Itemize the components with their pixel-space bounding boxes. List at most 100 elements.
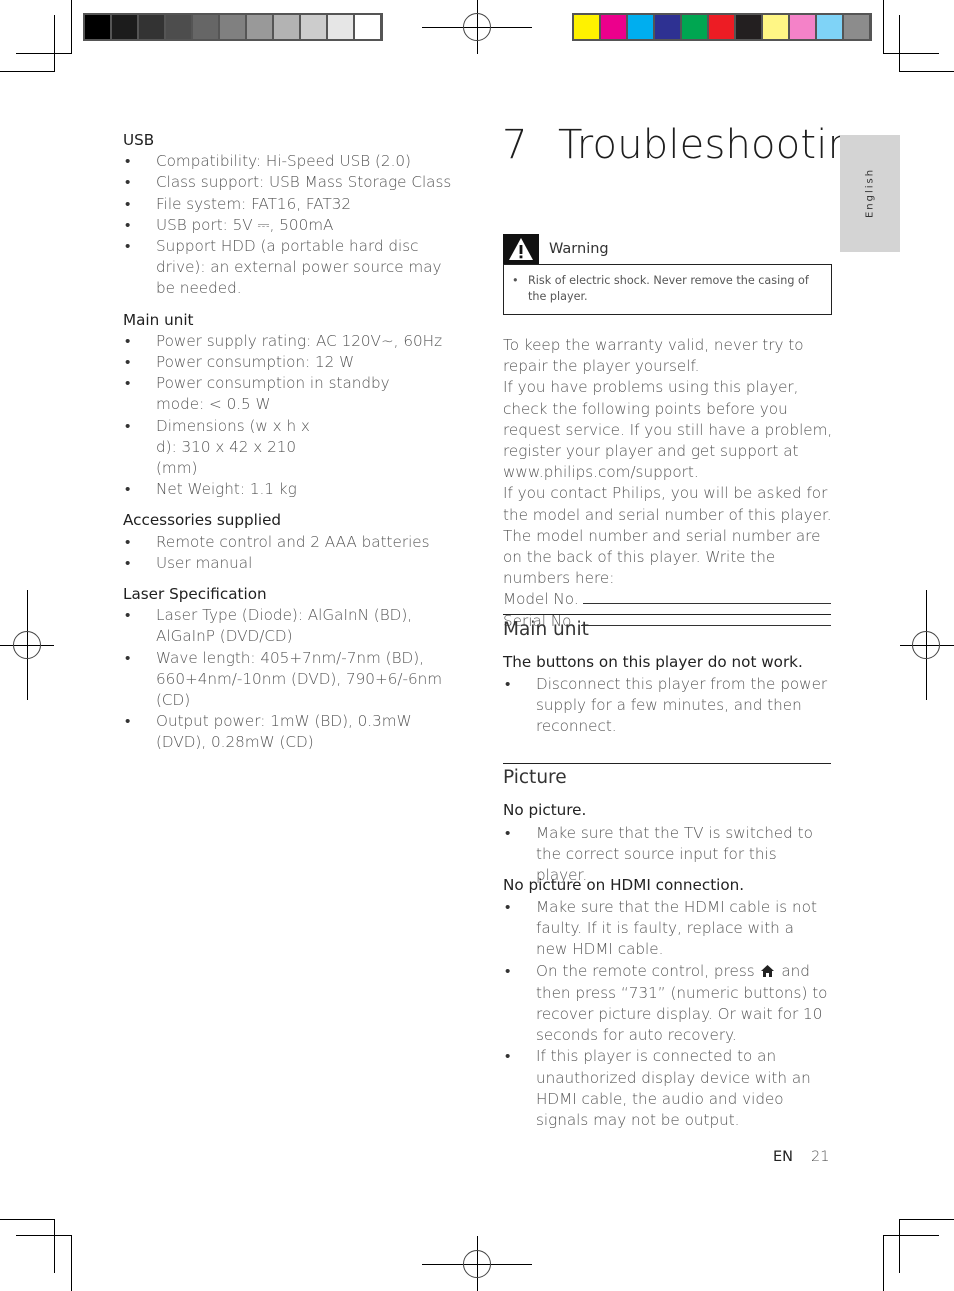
- spec-item: • Remote control and 2 AAA batteries: [123, 532, 463, 553]
- color-swatch-bar: [572, 13, 872, 41]
- bullet: •: [512, 274, 519, 287]
- crop-mark-line: [0, 1219, 55, 1220]
- bullet: •: [125, 712, 131, 731]
- registration-circle: [912, 631, 940, 659]
- spec-item: • Dimensions (w x h x d): 310 x 42 x 210 …: [123, 416, 463, 480]
- intro-paragraph: If you contact Philips, you will be aske…: [503, 484, 832, 588]
- crop-mark-line: [71, 1235, 72, 1291]
- page-footer: EN 21: [773, 1149, 829, 1165]
- spec-heading: Laser Specification: [123, 585, 267, 604]
- color-swatch: [247, 15, 272, 39]
- chapter-number: 7: [502, 122, 528, 168]
- spec-heading: Accessories supplied: [123, 511, 282, 530]
- spec-item: • Support HDD (a portable hard disc drive…: [123, 236, 463, 300]
- intro-paragraph: To keep the warranty valid, never try to…: [503, 336, 804, 376]
- page-number: 21: [811, 1149, 830, 1165]
- warning-item-text: Risk of electric shock. Never remove the…: [528, 274, 809, 303]
- spec-group-accessories: Accessories supplied • Remote control and…: [123, 510, 463, 574]
- spec-list: • Compatibility: Hi-Speed USB (2.0) • Clas…: [123, 151, 463, 299]
- spec-item-text: Class support: USB Mass Storage Class: [156, 173, 452, 192]
- color-swatch: [193, 15, 218, 39]
- color-swatch: [763, 15, 788, 39]
- bullet: •: [125, 331, 131, 350]
- spec-item: • Class support: USB Mass Storage Class: [123, 172, 463, 193]
- spec-item-text: User manual: [156, 553, 253, 572]
- bullet: •: [505, 898, 511, 916]
- color-swatch: [574, 15, 599, 39]
- bullet: •: [125, 353, 131, 372]
- bullet: •: [125, 532, 131, 551]
- color-swatch: [844, 15, 869, 39]
- color-swatch: [817, 15, 842, 39]
- bullet: •: [505, 961, 511, 980]
- spec-list: • Remote control and 2 AAA batteries • Use…: [123, 532, 463, 574]
- specifications: USB • Compatibility: Hi-Speed USB (2.0) •…: [123, 130, 463, 764]
- spec-item: • Laser Type (Diode): AlGaInN (BD), AlGaI…: [123, 605, 463, 647]
- crop-mark-line: [16, 1235, 72, 1236]
- bullet: •: [505, 675, 511, 693]
- solution-text: Make sure that the HDMI cable is not fau…: [536, 898, 817, 959]
- bullet: •: [505, 824, 511, 842]
- crop-mark-line: [71, 0, 72, 54]
- color-swatch: [139, 15, 164, 39]
- bullet: •: [125, 648, 131, 667]
- model-number-field: Model No.: [503, 589, 833, 610]
- bullet: •: [125, 237, 131, 256]
- spec-heading: USB: [123, 131, 155, 149]
- section-divider: [503, 763, 831, 764]
- home-icon: [761, 962, 775, 983]
- color-swatch: [328, 15, 353, 39]
- spec-item: • User manual: [123, 553, 463, 574]
- warning-item: • Risk of electric shock. Never remove th…: [512, 273, 823, 305]
- bullet: •: [125, 606, 131, 625]
- spec-item-text: USB port: 5V ⎓, 500mA: [156, 215, 334, 234]
- chapter-title-text: Troubleshooting: [558, 122, 878, 168]
- spec-item: • Net Weight: 1.1 kg: [123, 479, 463, 500]
- crop-mark-line: [899, 71, 954, 72]
- solution-list: • Make sure that the HDMI cable is not fa…: [503, 897, 833, 1131]
- spec-item-text: File system: FAT16, FAT32: [156, 194, 352, 213]
- section-title-picture: Picture: [503, 767, 567, 788]
- language-tab: English: [840, 135, 900, 252]
- grayscale-swatch-bar: [83, 13, 383, 41]
- spec-item-text: Support HDD (a portable hard disc drive)…: [156, 237, 442, 298]
- color-swatch: [601, 15, 626, 39]
- crop-mark-line: [0, 71, 55, 72]
- spec-item-text: Power supply rating: AC 120V~, 60Hz: [156, 331, 443, 350]
- color-swatch: [355, 15, 380, 39]
- crop-mark-line: [899, 1219, 900, 1273]
- crop-mark-line: [883, 53, 939, 54]
- spec-item: • Power consumption: 12 W: [123, 352, 463, 373]
- spec-item-text: Net Weight: 1.1 kg: [156, 480, 297, 499]
- warning-triangle-icon: [503, 234, 539, 264]
- footer-language: EN: [773, 1149, 794, 1165]
- registration-circle: [13, 631, 41, 659]
- spec-item: • Output power: 1mW (BD), 0.3mW (DVD), 0.…: [123, 711, 463, 753]
- color-swatch: [85, 15, 110, 39]
- warning-label: Warning: [549, 241, 609, 257]
- color-swatch: [628, 15, 653, 39]
- spec-list: • Laser Type (Diode): AlGaInN (BD), AlGaI…: [123, 605, 463, 753]
- spec-item: • Power consumption in standby mode: < 0.…: [123, 373, 463, 415]
- spec-group-laser: Laser Specification • Laser Type (Diode):…: [123, 584, 463, 754]
- crop-mark-line: [883, 1235, 939, 1236]
- color-swatch: [736, 15, 761, 39]
- serial-number-blank: [580, 611, 831, 626]
- bullet: •: [125, 374, 131, 393]
- intro-text: To keep the warranty valid, never try to…: [503, 335, 833, 632]
- bullet: •: [125, 173, 131, 192]
- solution-item: • Make sure that the HDMI cable is not fa…: [503, 897, 833, 961]
- color-swatch: [682, 15, 707, 39]
- spec-item-text: Laser Type (Diode): AlGaInN (BD), AlGaIn…: [156, 606, 413, 646]
- crop-mark-line: [54, 1219, 55, 1273]
- crop-mark-line: [883, 1235, 884, 1291]
- solution-item: • Disconnect this player from the power s…: [503, 674, 833, 738]
- solution-text: Disconnect this player from the power su…: [536, 675, 828, 736]
- spec-item: • File system: FAT16, FAT32: [123, 194, 463, 215]
- color-swatch: [790, 15, 815, 39]
- chapter-title: 7 Troubleshooting: [502, 122, 877, 168]
- crop-mark-line: [883, 0, 884, 54]
- crop-mark-line: [16, 53, 72, 54]
- spec-item-text: Compatibility: Hi-Speed USB (2.0): [156, 152, 411, 171]
- model-number-label: Model No.: [503, 590, 579, 609]
